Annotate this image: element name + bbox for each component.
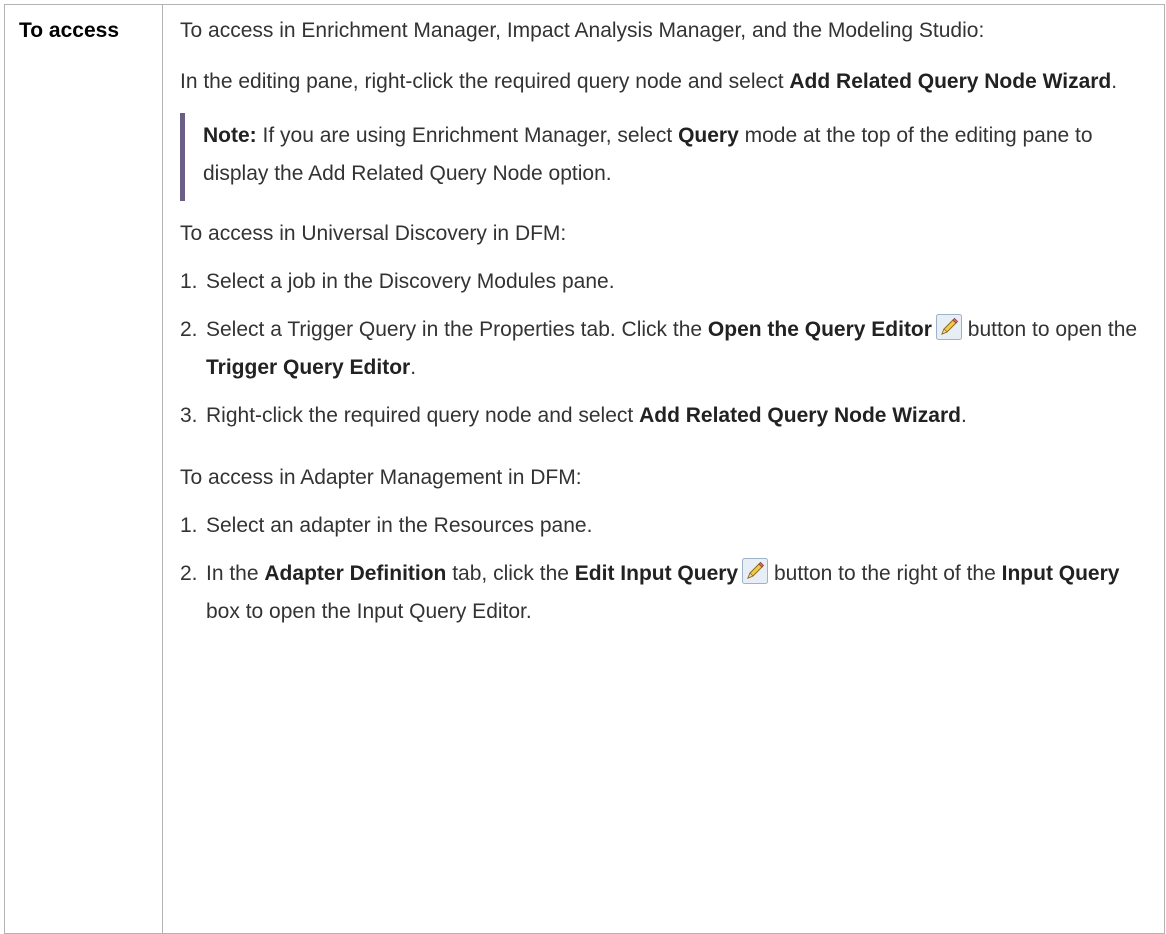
list-item: 2. Select a Trigger Query in the Propert… xyxy=(180,311,1146,387)
section2-intro: To access in Universal Discovery in DFM: xyxy=(180,222,567,245)
access-row: To access To access in Enrichment Manage… xyxy=(4,4,1165,934)
adapter-steps: 1. Select an adapter in the Resources pa… xyxy=(180,507,1146,631)
step-number: 2. xyxy=(180,318,198,341)
input-query-label: Input Query xyxy=(1001,562,1120,585)
pencil-icon[interactable] xyxy=(935,314,962,340)
section1-intro: To access in Enrichment Manager, Impact … xyxy=(180,19,985,42)
step-number: 2. xyxy=(180,562,198,585)
access-table: To access To access in Enrichment Manage… xyxy=(4,4,1165,934)
row-label: To access xyxy=(4,4,163,934)
list-item: 2. In the Adapter Definition tab, click … xyxy=(180,555,1146,631)
discovery-steps: 1. Select a job in the Discovery Modules… xyxy=(180,263,1146,435)
section1-instruction: In the editing pane, right-click the req… xyxy=(180,70,1118,93)
open-query-editor-label: Open the Query Editor xyxy=(707,318,932,341)
edit-input-query-label: Edit Input Query xyxy=(574,562,739,585)
adapter-definition-label: Adapter Definition xyxy=(264,562,447,585)
step-number: 1. xyxy=(180,514,198,537)
list-item: 1. Select an adapter in the Resources pa… xyxy=(180,507,1146,545)
query-mode: Query xyxy=(678,124,739,147)
list-item: 3. Right-click the required query node a… xyxy=(180,397,1146,435)
pencil-icon[interactable] xyxy=(742,558,769,584)
section3-intro: To access in Adapter Management in DFM: xyxy=(180,466,582,489)
note-label: Note: xyxy=(203,124,257,147)
step-number: 3. xyxy=(180,404,198,427)
list-item: 1. Select a job in the Discovery Modules… xyxy=(180,263,1146,301)
note-box: Note: If you are using Enrichment Manage… xyxy=(180,113,1146,201)
wizard-name: Add Related Query Node Wizard xyxy=(789,70,1112,93)
trigger-query-editor-label: Trigger Query Editor xyxy=(206,356,411,379)
step-number: 1. xyxy=(180,270,198,293)
row-content: To access in Enrichment Manager, Impact … xyxy=(162,4,1165,934)
wizard-name: Add Related Query Node Wizard xyxy=(639,404,961,427)
